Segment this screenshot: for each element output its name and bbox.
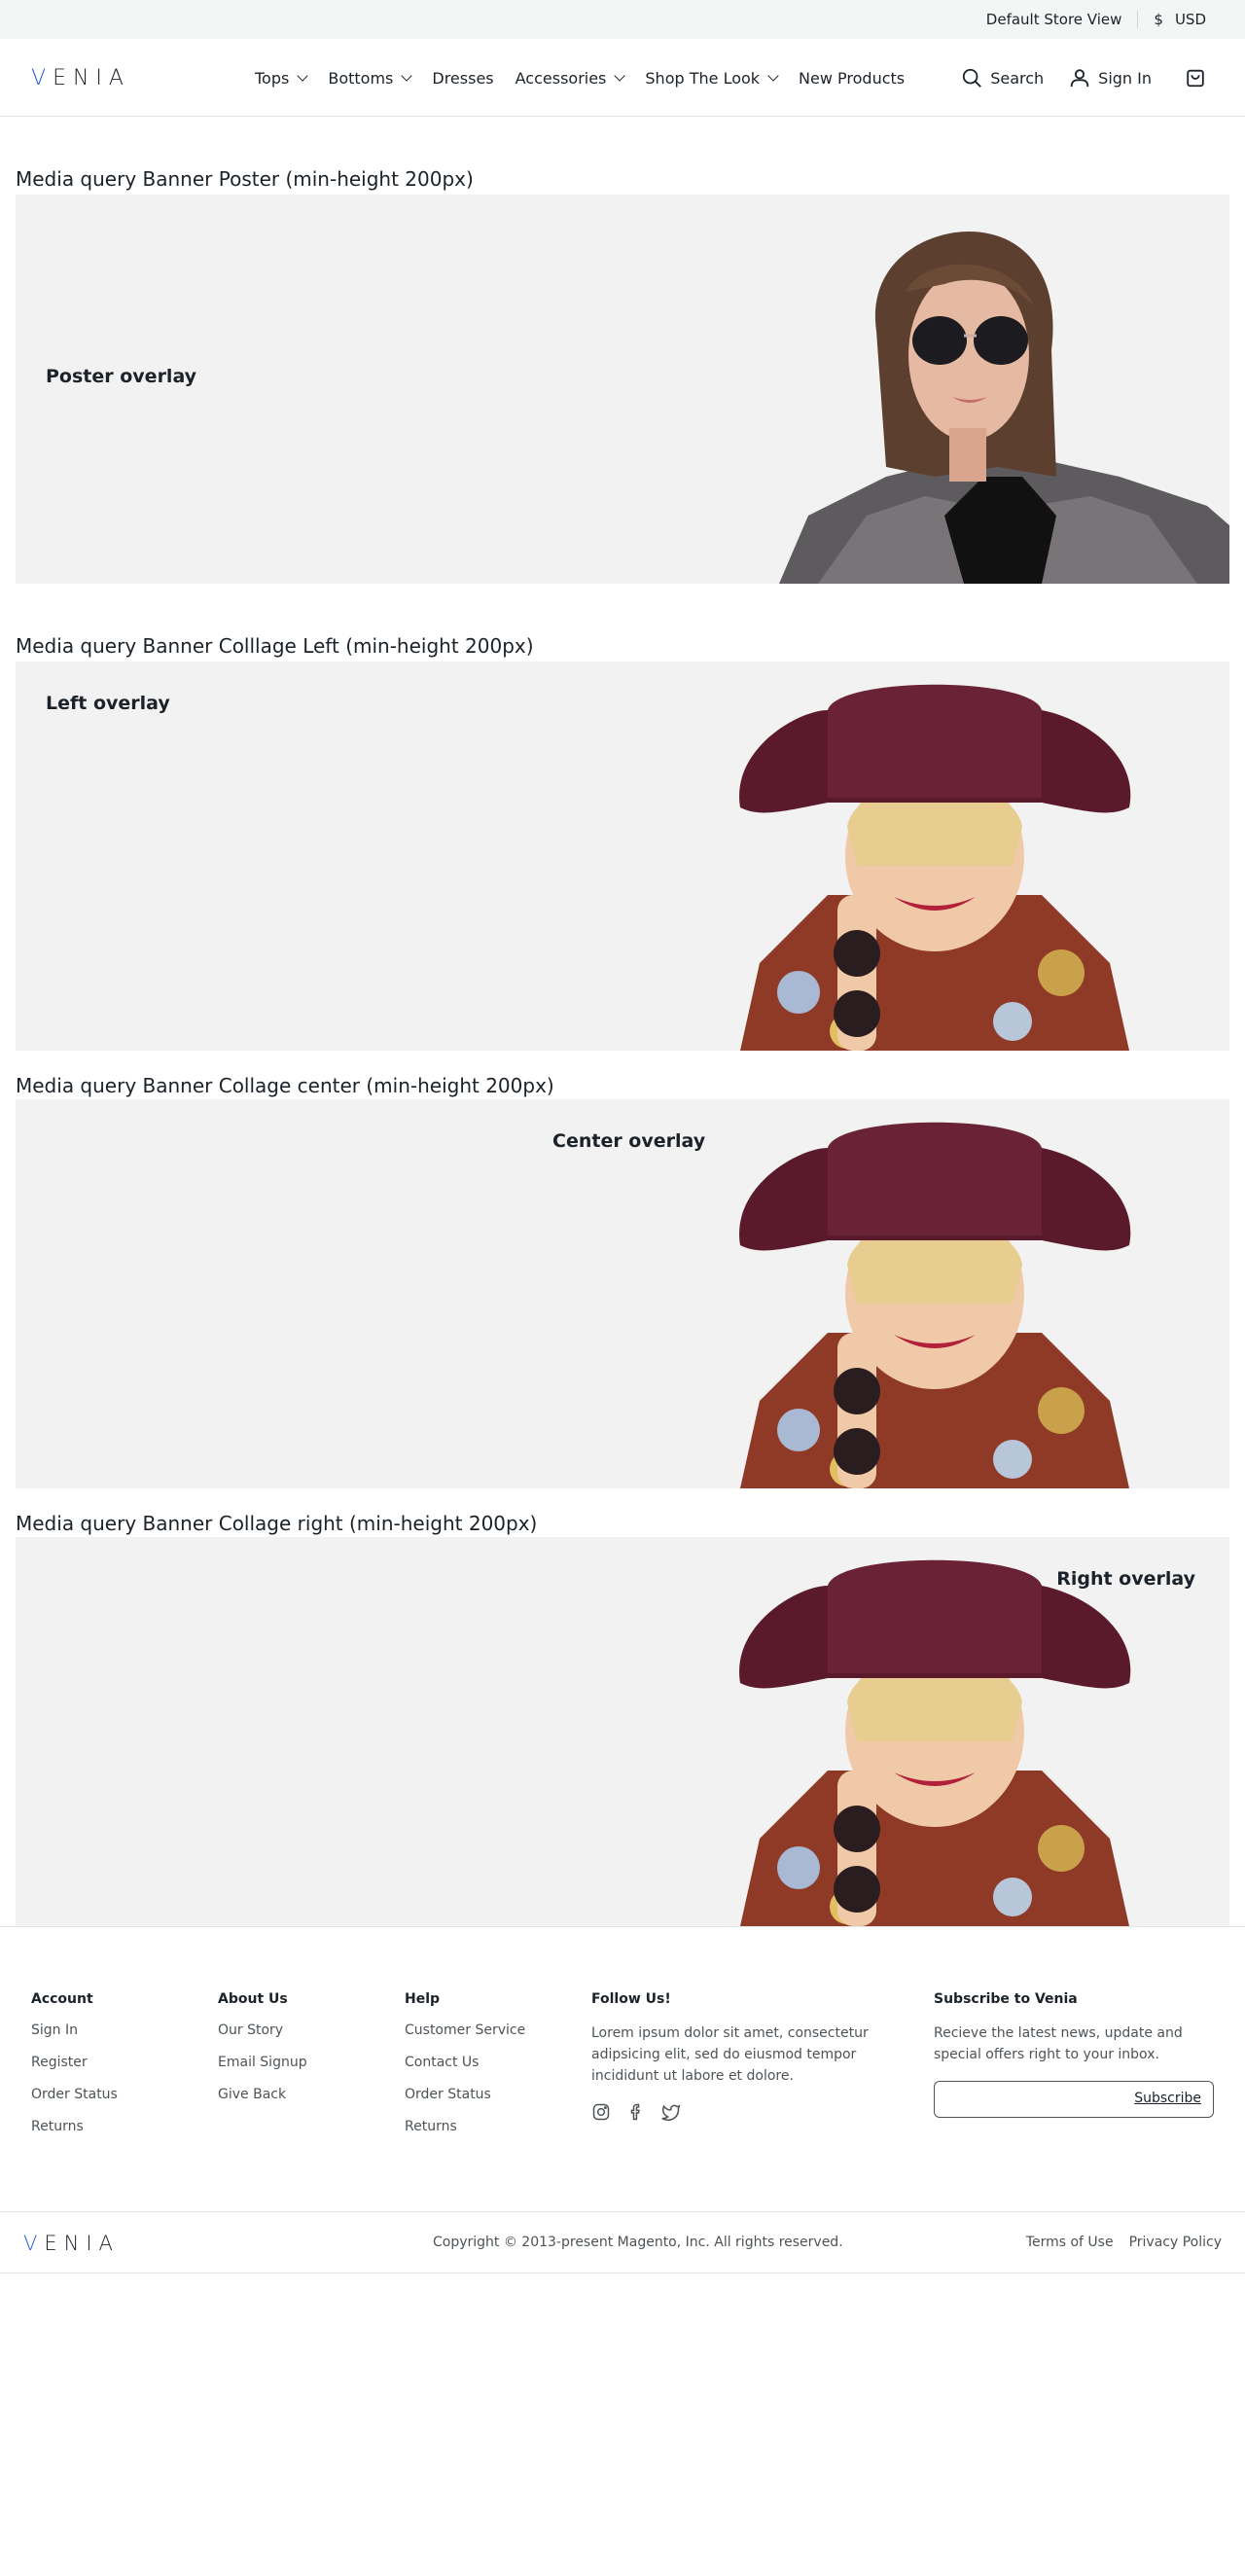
top-bar: Default Store View $ USD xyxy=(0,0,1245,39)
subscribe-text: Recieve the latest news, update and spec… xyxy=(934,2025,1183,2062)
nav-item-shop-the-look[interactable]: Shop The Look xyxy=(645,68,779,88)
privacy-link[interactable]: Privacy Policy xyxy=(1129,2235,1222,2250)
footer-link-order-status[interactable]: Order Status xyxy=(31,2087,118,2102)
footer-link-register[interactable]: Register xyxy=(31,2055,118,2070)
footer-link-customer-service[interactable]: Customer Service xyxy=(405,2022,525,2038)
nav-item-new-products[interactable]: New Products xyxy=(799,69,905,88)
legal-links: Terms of Use Privacy Policy xyxy=(1026,2235,1222,2250)
footer-link-order-status[interactable]: Order Status xyxy=(405,2087,525,2102)
chevron-down-icon xyxy=(297,70,309,82)
nav-label: New Products xyxy=(799,68,906,88)
footer-logo[interactable]: VENIA xyxy=(23,2232,120,2255)
currency-symbol: $ xyxy=(1154,11,1163,28)
footer-heading: About Us xyxy=(218,1991,288,2007)
footer-account-column: Account Sign In Register Order Status Re… xyxy=(31,1991,118,2151)
search-button[interactable]: Search xyxy=(961,67,1044,89)
terms-link[interactable]: Terms of Use xyxy=(1026,2235,1114,2250)
logo[interactable]: VENIA xyxy=(31,66,130,90)
footer-bottom-bar: VENIA Copyright © 2013-present Magento, … xyxy=(0,2211,1245,2273)
woman-sunglasses-image xyxy=(779,232,1229,584)
footer-link-returns[interactable]: Returns xyxy=(31,2119,118,2134)
footer-heading: Account xyxy=(31,1991,93,2007)
chevron-down-icon xyxy=(767,70,779,82)
footer-help-column: Help Customer Service Contact Us Order S… xyxy=(405,1991,525,2151)
search-label: Search xyxy=(990,68,1045,88)
footer-heading: Subscribe to Venia xyxy=(934,1991,1078,2007)
social-links xyxy=(591,2102,873,2122)
footer-link-email-signup[interactable]: Email Signup xyxy=(218,2055,307,2070)
banner-title: Media query Banner Colllage Left (min-he… xyxy=(16,634,534,658)
header-actions: Search Sign In xyxy=(961,39,1206,117)
nav-label: Bottoms xyxy=(328,68,394,88)
currency-switcher[interactable]: $ USD xyxy=(1154,11,1206,28)
footer-link-our-story[interactable]: Our Story xyxy=(218,2022,307,2038)
woman-hat-image xyxy=(739,1122,1131,1488)
nav-item-accessories[interactable]: Accessories xyxy=(515,68,626,88)
footer: Account Sign In Register Order Status Re… xyxy=(0,1926,1245,2273)
footer-heading: Help xyxy=(405,1991,441,2007)
collage-left-banner: Left overlay xyxy=(16,662,1229,1051)
nav-label: Dresses xyxy=(432,68,494,88)
banner-title: Media query Banner Collage right (min-he… xyxy=(16,1512,538,1535)
copyright-text: Copyright © 2013-present Magento, Inc. A… xyxy=(433,2235,843,2250)
facebook-icon[interactable] xyxy=(626,2102,646,2122)
main-content: Media query Banner Poster (min-height 20… xyxy=(0,167,1245,1926)
collage-center-banner: Center overlay xyxy=(16,1099,1229,1488)
sign-in-label: Sign In xyxy=(1098,68,1152,88)
footer-link-contact-us[interactable]: Contact Us xyxy=(405,2055,525,2070)
nav-label: Accessories xyxy=(515,68,607,88)
left-overlay: Left overlay xyxy=(46,693,170,714)
nav-item-dresses[interactable]: Dresses xyxy=(432,69,493,88)
subscribe-form: Subscribe xyxy=(934,2081,1214,2118)
shopping-bag-icon xyxy=(1187,69,1204,88)
poster-banner: Poster overlay xyxy=(16,195,1229,584)
main-nav: Tops Bottoms Dresses Accessories Shop Th… xyxy=(255,39,905,117)
follow-text: Lorem ipsum dolor sit amet, consectetur … xyxy=(591,2025,869,2084)
chevron-down-icon xyxy=(401,70,413,82)
footer-link-give-back[interactable]: Give Back xyxy=(218,2087,307,2102)
instagram-icon[interactable] xyxy=(591,2102,611,2122)
footer-link-returns[interactable]: Returns xyxy=(405,2119,525,2134)
banner-title: Media query Banner Collage center (min-h… xyxy=(16,1074,554,1097)
woman-hat-image xyxy=(739,684,1131,1051)
center-overlay: Center overlay xyxy=(552,1130,706,1152)
subscribe-email-input[interactable] xyxy=(935,2082,1129,2115)
footer-subscribe-column: Subscribe to Venia Recieve the latest ne… xyxy=(934,1991,1216,2118)
twitter-icon[interactable] xyxy=(661,2102,681,2122)
nav-label: Tops xyxy=(255,68,290,88)
search-icon xyxy=(963,68,982,88)
header: VENIA Tops Bottoms Dresses Accessories S… xyxy=(0,39,1245,117)
cart-button[interactable] xyxy=(1185,67,1206,89)
footer-about-column: About Us Our Story Email Signup Give Bac… xyxy=(218,1991,307,2119)
footer-heading: Follow Us! xyxy=(591,1991,671,2007)
divider xyxy=(1137,11,1139,28)
collage-right-banner: Right overlay xyxy=(16,1537,1229,1926)
banner-title: Media query Banner Poster (min-height 20… xyxy=(16,167,474,191)
nav-label: Shop The Look xyxy=(645,68,761,88)
store-switcher[interactable]: Default Store View xyxy=(986,11,1122,28)
poster-overlay: Poster overlay xyxy=(46,366,197,387)
woman-hat-image xyxy=(739,1559,1131,1926)
nav-item-bottoms[interactable]: Bottoms xyxy=(328,68,413,88)
footer-follow-column: Follow Us! Lorem ipsum dolor sit amet, c… xyxy=(591,1991,873,2122)
footer-link-sign-in[interactable]: Sign In xyxy=(31,2022,118,2038)
chevron-down-icon xyxy=(614,70,626,82)
subscribe-button[interactable]: Subscribe xyxy=(1134,2091,1201,2106)
currency-code: USD xyxy=(1174,11,1206,28)
user-icon xyxy=(1070,69,1089,88)
nav-item-tops[interactable]: Tops xyxy=(255,68,309,88)
sign-in-button[interactable]: Sign In xyxy=(1069,67,1152,89)
